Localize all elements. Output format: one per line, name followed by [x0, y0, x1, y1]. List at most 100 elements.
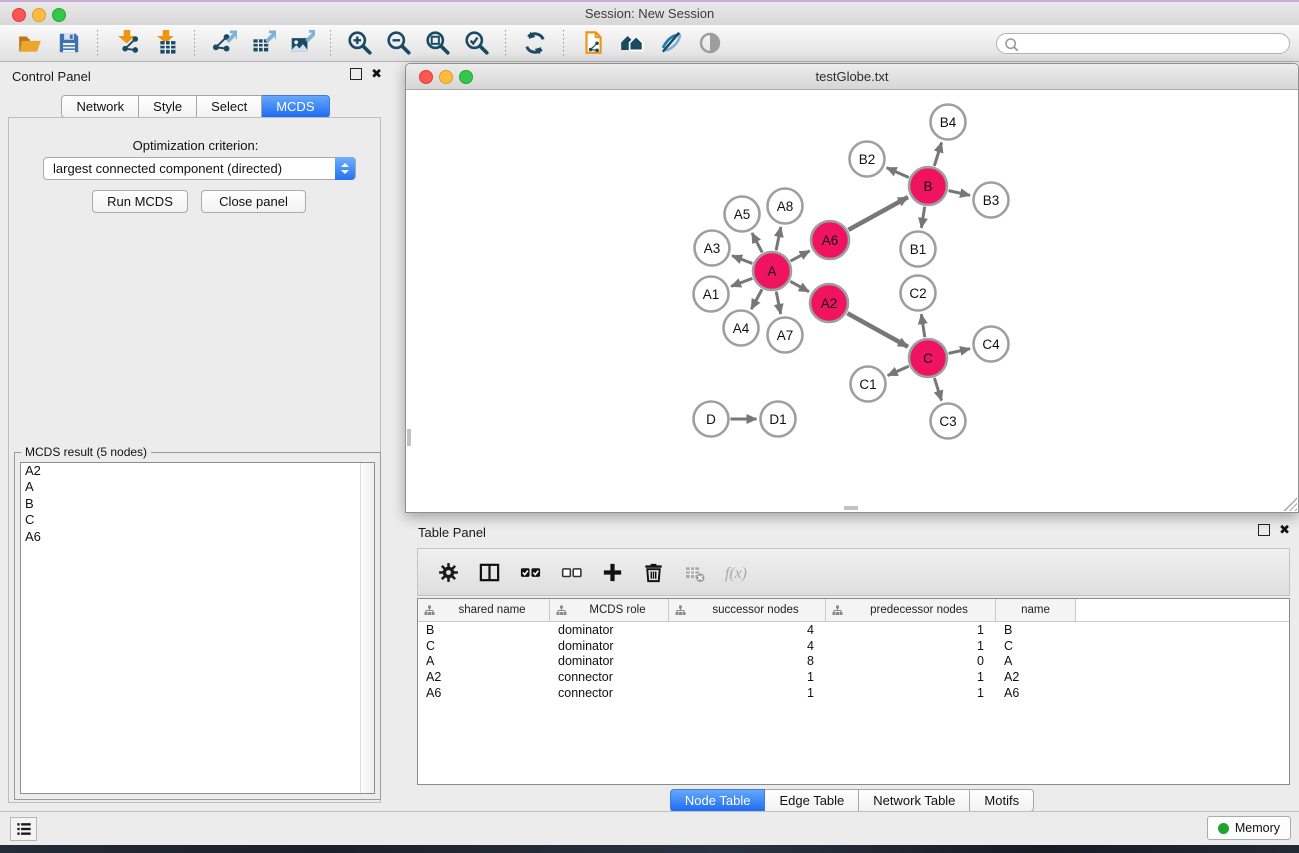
table-row[interactable]: Cdominator41C [418, 638, 1289, 654]
table-settings-button[interactable] [435, 559, 461, 585]
float-panel-icon[interactable] [350, 68, 362, 80]
mcds-result-item[interactable]: B [21, 496, 374, 512]
graph-edge-C-C4[interactable] [949, 349, 971, 354]
mcds-list-scrollbar[interactable] [360, 463, 374, 793]
optimization-criterion-dropdown[interactable]: largest connected component (directed) [43, 157, 356, 180]
column-header-predecessor-nodes[interactable]: predecessor nodes [826, 599, 996, 621]
import-table-button[interactable] [146, 27, 185, 59]
run-mcds-button[interactable]: Run MCDS [92, 190, 188, 213]
graph-node-A3[interactable]: A3 [695, 231, 730, 266]
open-session-button[interactable] [10, 27, 49, 59]
tab-select[interactable]: Select [197, 95, 262, 118]
graph-node-A8[interactable]: A8 [768, 189, 803, 224]
graph-edge-A-A2[interactable] [790, 281, 809, 291]
select-all-checkboxes-button[interactable] [517, 559, 543, 585]
table-row[interactable]: Bdominator41B [418, 622, 1289, 638]
graph-node-B[interactable]: B [909, 167, 947, 205]
network-vertical-scrollbar[interactable] [407, 429, 411, 446]
mcds-result-item[interactable]: A6 [21, 529, 374, 545]
network-horizontal-scrollbar[interactable] [844, 506, 858, 510]
close-panel-icon[interactable]: ✖ [371, 68, 382, 80]
close-panel-button[interactable]: Close panel [201, 190, 306, 213]
zoom-out-button[interactable] [379, 27, 418, 59]
graph-edge-A2-C[interactable] [847, 313, 908, 347]
mcds-result-item[interactable]: A [21, 479, 374, 495]
graph-node-B4[interactable]: B4 [931, 105, 966, 140]
graph-node-C1[interactable]: C1 [851, 367, 886, 402]
column-header-successor-nodes[interactable]: successor nodes [669, 599, 826, 621]
graph-node-B2[interactable]: B2 [850, 142, 885, 177]
column-header-name[interactable]: name [996, 599, 1076, 621]
mcds-result-list[interactable]: A2ABCA6 [20, 462, 375, 794]
column-header-shared-name[interactable]: shared name [418, 599, 550, 621]
graph-node-C4[interactable]: C4 [974, 327, 1009, 362]
graph-node-B1[interactable]: B1 [901, 232, 936, 267]
mcds-result-item[interactable]: A2 [21, 463, 374, 479]
tab-network[interactable]: Network [61, 95, 139, 118]
export-image-button[interactable] [282, 27, 321, 59]
tab-node-table[interactable]: Node Table [670, 789, 766, 812]
graph-edge-A-A5[interactable] [752, 233, 762, 252]
save-session-button[interactable] [49, 27, 88, 59]
float-table-panel-icon[interactable] [1258, 524, 1270, 536]
new-network-from-selection-button[interactable] [573, 27, 612, 59]
graph-node-C[interactable]: C [909, 339, 947, 377]
add-column-button[interactable] [599, 559, 625, 585]
graph-edge-B-B1[interactable] [921, 207, 924, 228]
search-input[interactable] [996, 33, 1290, 54]
memory-button[interactable]: Memory [1207, 816, 1291, 840]
import-network-button[interactable] [107, 27, 146, 59]
column-header-mcds-role[interactable]: MCDS role [550, 599, 669, 621]
tab-network-table[interactable]: Network Table [859, 789, 970, 812]
graph-edge-B-B3[interactable] [949, 191, 971, 196]
tab-mcds[interactable]: MCDS [262, 95, 329, 118]
table-row[interactable]: A6connector11A6 [418, 685, 1289, 701]
graph-edge-B-B2[interactable] [887, 168, 909, 178]
graph-node-A5[interactable]: A5 [725, 197, 760, 232]
graph-node-A4[interactable]: A4 [724, 311, 759, 346]
tab-motifs[interactable]: Motifs [970, 789, 1034, 812]
deselect-all-checkboxes-button[interactable] [558, 559, 584, 585]
graph-node-B3[interactable]: B3 [974, 183, 1009, 218]
graph-node-C2[interactable]: C2 [901, 276, 936, 311]
graph-edge-A-A7[interactable] [776, 292, 781, 314]
export-network-button[interactable] [204, 27, 243, 59]
graph-edge-C-C2[interactable] [921, 314, 925, 337]
graph-edge-A-A1[interactable] [731, 278, 752, 286]
task-history-button[interactable] [10, 817, 37, 841]
graph-node-A7[interactable]: A7 [768, 318, 803, 353]
export-table-button[interactable] [243, 27, 282, 59]
graph-edge-A-A6[interactable] [791, 251, 810, 261]
mcds-result-item[interactable]: C [21, 512, 374, 528]
close-table-panel-icon[interactable]: ✖ [1279, 524, 1290, 536]
graph-edge-A-A8[interactable] [776, 227, 781, 250]
graph-edge-A-A4[interactable] [751, 289, 762, 309]
graph-node-D1[interactable]: D1 [761, 402, 796, 437]
graph-edge-C-C1[interactable] [888, 366, 909, 375]
graph-edge-A6-B[interactable] [848, 197, 908, 230]
tab-edge-table[interactable]: Edge Table [765, 789, 859, 812]
graph-node-A1[interactable]: A1 [694, 277, 729, 312]
network-canvas[interactable]: A B C A6 A2 A1 A3 A4 A5 A7 A8 B1 B2 B3 B4 C1 C2 C3 C4 D D1 [406, 90, 1298, 512]
zoom-fit-button[interactable] [418, 27, 457, 59]
graph-edge-C-C3[interactable] [934, 378, 941, 401]
apply-preferred-layout-button[interactable] [515, 27, 554, 59]
hide-graphics-details-button[interactable] [651, 27, 690, 59]
first-neighbors-button[interactable] [612, 27, 651, 59]
graph-node-A[interactable]: A [753, 252, 791, 290]
graph-node-D[interactable]: D [694, 402, 729, 437]
table-row[interactable]: Adominator80A [418, 653, 1289, 669]
zoom-selected-button[interactable] [457, 27, 496, 59]
graph-edge-A-A3[interactable] [732, 256, 752, 264]
graph-edge-B-B4[interactable] [934, 143, 941, 167]
zoom-in-button[interactable] [340, 27, 379, 59]
delete-column-button[interactable] [640, 559, 666, 585]
graph-node-A2[interactable]: A2 [810, 284, 848, 322]
graph-node-C3[interactable]: C3 [931, 404, 966, 439]
network-window-titlebar[interactable]: testGlobe.txt [406, 64, 1298, 90]
table-row[interactable]: A2connector11A2 [418, 669, 1289, 685]
tab-style[interactable]: Style [139, 95, 197, 118]
graph-node-A6[interactable]: A6 [811, 221, 849, 259]
network-graph[interactable]: A B C A6 A2 A1 A3 A4 A5 A7 A8 B1 B2 B3 B4 C1 C2 C3 C4 D D1 [406, 90, 1298, 512]
split-panel-button[interactable] [476, 559, 502, 585]
